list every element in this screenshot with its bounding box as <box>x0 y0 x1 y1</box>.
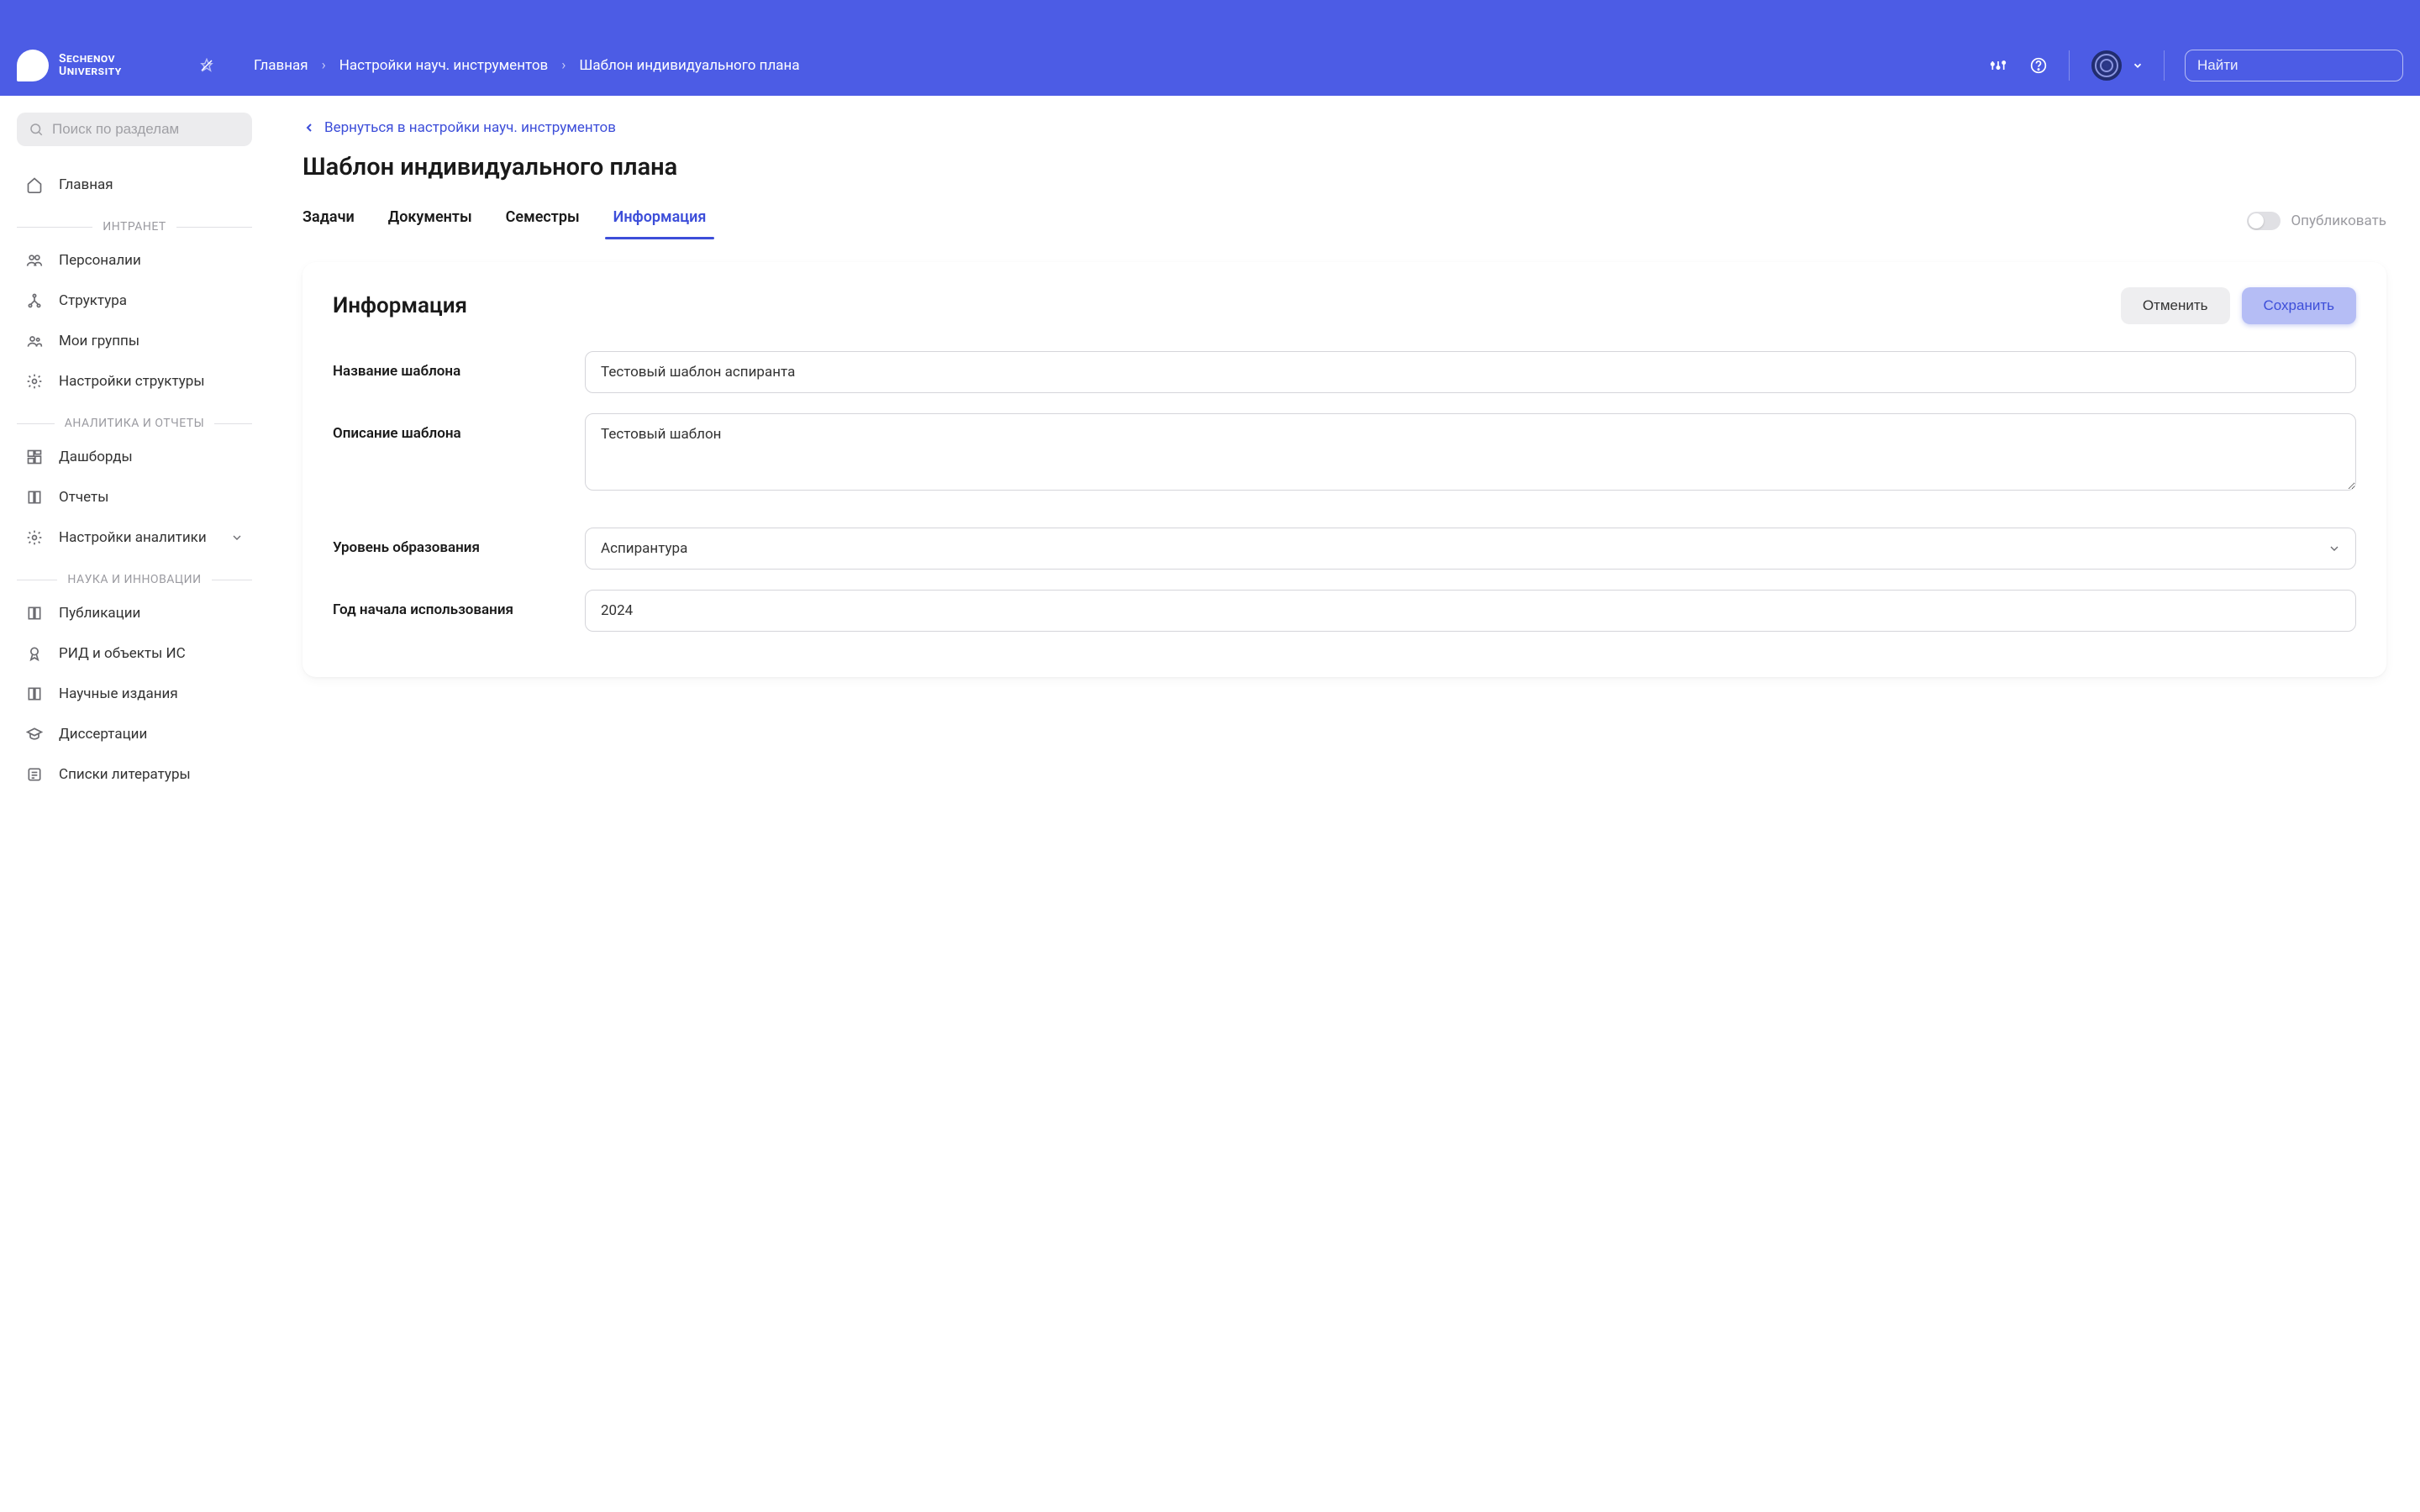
pin-icon <box>199 58 214 73</box>
help-button[interactable] <box>2028 55 2049 76</box>
logo-icon <box>17 50 49 81</box>
sidebar-item-reports[interactable]: Отчеты <box>17 477 252 517</box>
sidebar-item-home[interactable]: Главная <box>17 165 252 205</box>
gear-icon <box>25 372 44 391</box>
tab-documents[interactable]: Документы <box>388 202 472 239</box>
cancel-button[interactable]: Отменить <box>2121 287 2230 324</box>
label-template-desc: Описание шаблона <box>333 413 560 442</box>
tab-information[interactable]: Информация <box>613 202 707 239</box>
user-menu[interactable] <box>2090 49 2144 82</box>
sliders-icon <box>1990 57 2007 74</box>
home-icon <box>25 176 44 194</box>
cap-icon <box>25 725 44 743</box>
sidebar-item-label: Отчеты <box>59 489 108 506</box>
tabs: Задачи Документы Семестры Информация <box>302 202 706 239</box>
sidebar-item-groups[interactable]: Мои группы <box>17 321 252 361</box>
sidebar-item-structure-settings[interactable]: Настройки структуры <box>17 361 252 402</box>
sidebar-section-intranet: ИНТРАНЕТ <box>17 205 252 240</box>
sidebar-item-label: Научные издания <box>59 685 178 702</box>
sidebar-item-label: Настройки структуры <box>59 373 205 390</box>
label-education-level: Уровень образования <box>333 528 560 556</box>
breadcrumb-item-settings[interactable]: Настройки науч. инструментов <box>339 57 549 74</box>
group-icon <box>25 332 44 350</box>
award-icon <box>25 644 44 663</box>
pin-button[interactable] <box>193 52 220 79</box>
tab-tasks[interactable]: Задачи <box>302 202 355 239</box>
sidebar-item-structure[interactable]: Структура <box>17 281 252 321</box>
breadcrumb: Главная › Настройки науч. инструментов ›… <box>254 57 1988 74</box>
sidebar: Главная ИНТРАНЕТ Персоналии Структура Мо… <box>0 96 269 1512</box>
sidebar-item-journals[interactable]: Научные издания <box>17 674 252 714</box>
sidebar-item-analytics-settings[interactable]: Настройки аналитики <box>17 517 252 558</box>
main-content: Вернуться в настройки науч. инструментов… <box>269 96 2420 1512</box>
sidebar-item-publications[interactable]: Публикации <box>17 593 252 633</box>
gear-icon <box>25 528 44 547</box>
publish-toggle[interactable] <box>2247 212 2281 230</box>
sidebar-item-bibliographies[interactable]: Списки литературы <box>17 754 252 795</box>
publish-toggle-wrap: Опубликовать <box>2247 212 2386 230</box>
network-icon <box>25 291 44 310</box>
chevron-down-icon <box>2132 60 2144 71</box>
start-year-input[interactable] <box>585 590 2356 632</box>
book-icon <box>25 488 44 507</box>
sidebar-search-input[interactable] <box>52 121 240 138</box>
tab-semesters[interactable]: Семестры <box>506 202 580 239</box>
breadcrumb-item-home[interactable]: Главная <box>254 57 308 74</box>
divider <box>2069 50 2070 81</box>
page-title: Шаблон индивидуального плана <box>302 153 2386 181</box>
info-card: Информация Отменить Сохранить Название ш… <box>302 262 2386 677</box>
chevron-right-icon: › <box>561 57 566 74</box>
label-start-year: Год начала использования <box>333 590 560 618</box>
users-icon <box>25 251 44 270</box>
global-search[interactable] <box>2185 50 2403 81</box>
sidebar-item-dissertations[interactable]: Диссертации <box>17 714 252 754</box>
sidebar-section-science: НАУКА И ИННОВАЦИИ <box>17 558 252 593</box>
chevron-down-icon <box>230 531 244 544</box>
sidebar-item-dashboards[interactable]: Дашборды <box>17 437 252 477</box>
sidebar-section-analytics: АНАЛИТИКА И ОТЧЕТЫ <box>17 402 252 437</box>
sidebar-item-label: Мои группы <box>59 333 139 349</box>
topbar: Sechenov University Главная › Настройки … <box>0 0 2420 96</box>
back-link[interactable]: Вернуться в настройки науч. инструментов <box>302 119 616 136</box>
list-icon <box>25 765 44 784</box>
book-icon <box>25 685 44 703</box>
sidebar-item-label: Персоналии <box>59 252 141 269</box>
dashboard-icon <box>25 448 44 466</box>
sidebar-item-rid[interactable]: РИД и объекты ИС <box>17 633 252 674</box>
sidebar-search[interactable] <box>17 113 252 146</box>
chevron-right-icon: › <box>322 57 326 74</box>
divider <box>2164 50 2165 81</box>
help-icon <box>2030 57 2047 74</box>
save-button[interactable]: Сохранить <box>2242 287 2356 324</box>
sidebar-item-label: Публикации <box>59 605 140 622</box>
sidebar-item-personnel[interactable]: Персоналии <box>17 240 252 281</box>
education-level-select[interactable]: Аспирантура <box>585 528 2356 570</box>
avatar <box>2090 49 2123 82</box>
publish-label: Опубликовать <box>2291 213 2386 229</box>
label-template-name: Название шаблона <box>333 351 560 380</box>
logo[interactable]: Sechenov University <box>17 50 193 81</box>
search-icon <box>29 122 44 137</box>
template-desc-textarea[interactable] <box>585 413 2356 491</box>
sidebar-item-label: Главная <box>59 176 113 193</box>
global-search-input[interactable] <box>2197 57 2383 74</box>
sidebar-item-label: РИД и объекты ИС <box>59 645 186 662</box>
sidebar-item-label: Дашборды <box>59 449 133 465</box>
sidebar-item-label: Диссертации <box>59 726 147 743</box>
settings-button[interactable] <box>1988 55 2008 76</box>
template-name-input[interactable] <box>585 351 2356 393</box>
sidebar-item-label: Настройки аналитики <box>59 529 207 546</box>
chevron-left-icon <box>302 121 316 134</box>
book-icon <box>25 604 44 622</box>
sidebar-item-label: Списки литературы <box>59 766 191 783</box>
logo-text: Sechenov University <box>59 53 122 79</box>
sidebar-item-label: Структура <box>59 292 127 309</box>
breadcrumb-item-current: Шаблон индивидуального плана <box>579 57 799 74</box>
card-title: Информация <box>333 293 467 318</box>
